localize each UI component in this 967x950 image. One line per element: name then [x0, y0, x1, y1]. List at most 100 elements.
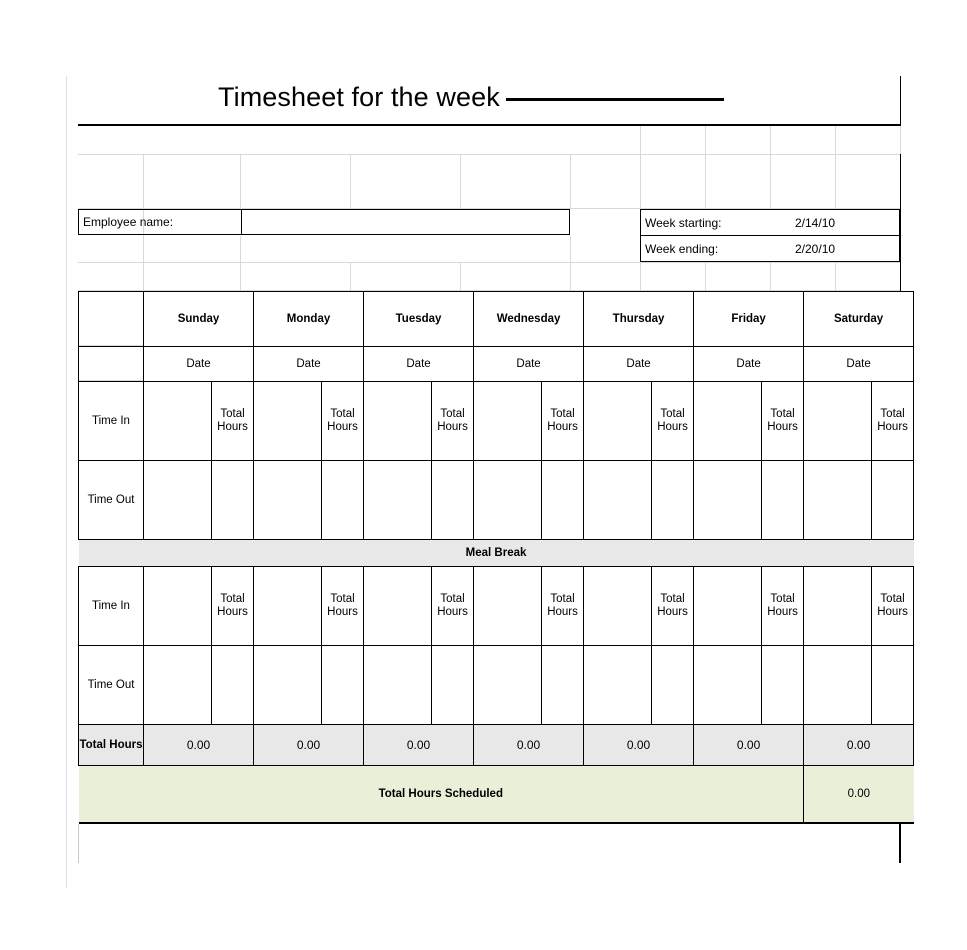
- break-in-friday[interactable]: [693, 566, 763, 646]
- break-total-hours-saturday: Total Hours: [871, 566, 915, 646]
- sheet-left-margin: [66, 76, 67, 888]
- date-cell-monday[interactable]: Date: [253, 346, 365, 382]
- week-starting-value: 2/14/10: [795, 215, 836, 230]
- timesheet-table: Sunday Monday Tuesday Wednesday Thursday…: [78, 291, 915, 824]
- time-out-sunday[interactable]: [143, 460, 212, 540]
- day-header-sunday: Sunday: [142, 291, 255, 347]
- break-in-monday[interactable]: [253, 566, 323, 646]
- date-cell-friday[interactable]: Date: [693, 346, 805, 382]
- total-hours-tuesday: Total Hours: [431, 381, 475, 461]
- time-out-label: Time Out: [78, 460, 144, 540]
- break-out-saturday[interactable]: [803, 645, 873, 725]
- break-hours-saturday[interactable]: [871, 645, 915, 725]
- break-total-hours-thursday: Total Hours: [651, 566, 695, 646]
- time-in-thursday[interactable]: [583, 381, 653, 461]
- hours-value-friday[interactable]: [761, 460, 805, 540]
- time-in-friday[interactable]: [693, 381, 763, 461]
- time-out-friday[interactable]: [693, 460, 763, 540]
- shift-time-in-row: Time In Total Hours Total Hours Total Ho…: [78, 381, 915, 461]
- break-out-friday[interactable]: [693, 645, 763, 725]
- break-in-saturday[interactable]: [803, 566, 873, 646]
- spacer-row-2: [78, 155, 900, 209]
- daily-total-wednesday: 0.00: [473, 724, 585, 766]
- week-ending-row[interactable]: Week ending: 2/20/10: [641, 236, 899, 262]
- break-out-monday[interactable]: [253, 645, 323, 725]
- break-in-tuesday[interactable]: [363, 566, 433, 646]
- break-time-out-row: Time Out: [78, 645, 915, 725]
- daily-total-thursday: 0.00: [583, 724, 695, 766]
- hours-value-wednesday[interactable]: [541, 460, 585, 540]
- break-hours-wednesday[interactable]: [541, 645, 585, 725]
- break-time-in-row: Time In Total Hours Total Hours Total Ho…: [78, 566, 915, 646]
- break-in-thursday[interactable]: [583, 566, 653, 646]
- hours-value-monday[interactable]: [321, 460, 365, 540]
- employee-name-field[interactable]: Employee name:: [78, 209, 570, 235]
- day-header-monday: Monday: [253, 291, 365, 347]
- date-row-corner: [78, 346, 144, 382]
- employee-name-label: Employee name:: [83, 215, 174, 229]
- daily-total-monday: 0.00: [253, 724, 365, 766]
- info-band: Employee name: Week starting: 2/14/10 We…: [78, 209, 900, 291]
- timesheet-sheet: Timesheet for the week Employee name: We…: [78, 76, 915, 824]
- total-hours-sunday: Total Hours: [210, 381, 255, 461]
- total-hours-wednesday: Total Hours: [541, 381, 585, 461]
- time-in-monday[interactable]: [253, 381, 323, 461]
- week-starting-row[interactable]: Week starting: 2/14/10: [641, 210, 899, 236]
- shift-time-out-row: Time Out: [78, 460, 915, 540]
- time-out-tuesday[interactable]: [363, 460, 433, 540]
- total-hours-saturday: Total Hours: [871, 381, 915, 461]
- total-hours-friday: Total Hours: [761, 381, 805, 461]
- daily-totals-label: Total Hours: [78, 724, 144, 766]
- date-cell-sunday[interactable]: Date: [142, 346, 255, 382]
- time-in-sunday[interactable]: [143, 381, 212, 461]
- date-cell-saturday[interactable]: Date: [803, 346, 915, 382]
- time-in-saturday[interactable]: [803, 381, 873, 461]
- date-cell-thursday[interactable]: Date: [583, 346, 695, 382]
- date-cell-wednesday[interactable]: Date: [473, 346, 585, 382]
- break-hours-sunday[interactable]: [210, 645, 255, 725]
- break-out-wednesday[interactable]: [473, 645, 543, 725]
- day-header-thursday: Thursday: [583, 291, 695, 347]
- hours-value-tuesday[interactable]: [431, 460, 475, 540]
- break-hours-tuesday[interactable]: [431, 645, 475, 725]
- time-out-wednesday[interactable]: [473, 460, 543, 540]
- time-in-wednesday[interactable]: [473, 381, 543, 461]
- time-out-saturday[interactable]: [803, 460, 873, 540]
- break-out-thursday[interactable]: [583, 645, 653, 725]
- time-in-tuesday[interactable]: [363, 381, 433, 461]
- break-in-sunday[interactable]: [143, 566, 212, 646]
- day-header-tuesday: Tuesday: [363, 291, 475, 347]
- daily-total-saturday: 0.00: [803, 724, 915, 766]
- date-cell-tuesday[interactable]: Date: [363, 346, 475, 382]
- day-header-saturday: Saturday: [803, 291, 915, 347]
- break-hours-monday[interactable]: [321, 645, 365, 725]
- daily-total-sunday: 0.00: [142, 724, 255, 766]
- break-hours-friday[interactable]: [761, 645, 805, 725]
- break-total-hours-friday: Total Hours: [761, 566, 805, 646]
- break-total-hours-tuesday: Total Hours: [431, 566, 475, 646]
- day-header-row: Sunday Monday Tuesday Wednesday Thursday…: [78, 291, 915, 347]
- hours-value-sunday[interactable]: [210, 460, 255, 540]
- page-title-text: Timesheet for the week: [218, 82, 500, 112]
- meal-break-row: Meal Break: [78, 539, 914, 567]
- break-out-tuesday[interactable]: [363, 645, 433, 725]
- date-row: Date Date Date Date Date Date Date: [78, 346, 915, 382]
- time-out-monday[interactable]: [253, 460, 323, 540]
- break-in-wednesday[interactable]: [473, 566, 543, 646]
- day-header-wednesday: Wednesday: [473, 291, 585, 347]
- employee-name-divider: [241, 210, 242, 234]
- break-total-hours-monday: Total Hours: [321, 566, 365, 646]
- scheduled-total-label: Total Hours Scheduled: [78, 765, 805, 824]
- title-blank-line[interactable]: [505, 98, 724, 101]
- time-in-label: Time In: [78, 381, 144, 461]
- page-title: Timesheet for the week: [218, 82, 724, 113]
- daily-total-friday: 0.00: [693, 724, 805, 766]
- total-hours-monday: Total Hours: [321, 381, 365, 461]
- hours-value-thursday[interactable]: [651, 460, 695, 540]
- hours-value-saturday[interactable]: [871, 460, 915, 540]
- break-out-sunday[interactable]: [143, 645, 212, 725]
- break-hours-thursday[interactable]: [651, 645, 695, 725]
- time-out-thursday[interactable]: [583, 460, 653, 540]
- spacer-row-1: [78, 126, 901, 155]
- week-ending-label: Week ending:: [645, 242, 719, 256]
